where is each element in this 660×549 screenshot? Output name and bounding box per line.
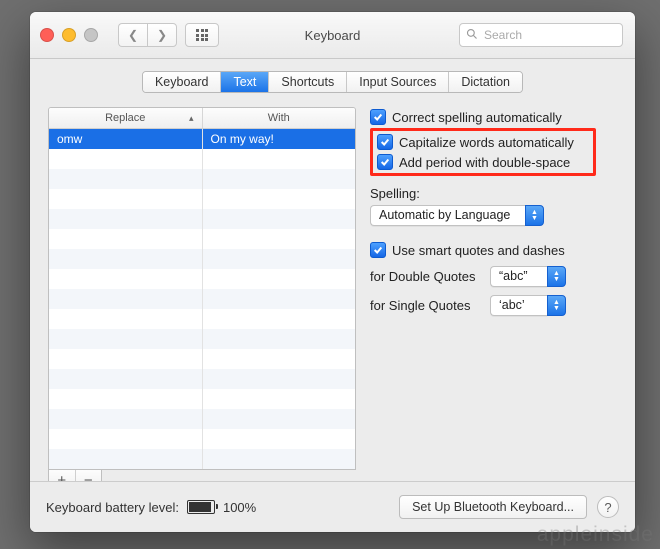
spelling-popup-value: Automatic by Language: [370, 205, 525, 226]
cell-with[interactable]: On my way!: [203, 129, 356, 149]
bluetooth-keyboard-button[interactable]: Set Up Bluetooth Keyboard...: [399, 495, 587, 519]
smart-quotes-row[interactable]: Use smart quotes and dashes: [370, 242, 617, 258]
table-body[interactable]: omw On my way!: [49, 129, 355, 469]
add-period-row[interactable]: Add period with double-space: [377, 154, 589, 170]
search-icon: [466, 28, 478, 43]
titlebar: ❮ ❯ Keyboard: [30, 12, 635, 59]
replacements-table[interactable]: Replace ▴ With omw On my way!: [48, 107, 356, 470]
forward-button[interactable]: ❯: [147, 23, 177, 47]
tab-bar: Keyboard Text Shortcuts Input Sources Di…: [30, 71, 635, 93]
tab-input-sources[interactable]: Input Sources: [347, 72, 449, 92]
help-button[interactable]: ?: [597, 496, 619, 518]
grid-icon: [196, 29, 208, 41]
search-input[interactable]: [482, 27, 616, 43]
minimize-window-button[interactable]: [62, 28, 76, 42]
single-quotes-label: for Single Quotes: [370, 298, 482, 313]
tab-text[interactable]: Text: [221, 72, 269, 92]
text-options: Correct spelling automatically Capitaliz…: [370, 107, 617, 491]
content-area: Replace ▴ With omw On my way!: [30, 93, 635, 499]
search-field[interactable]: [459, 23, 623, 47]
correct-spelling-row[interactable]: Correct spelling automatically: [370, 109, 617, 125]
single-quotes-value: ‘abc’: [490, 295, 547, 316]
table-header: Replace ▴ With: [49, 108, 355, 129]
correct-spelling-label: Correct spelling automatically: [392, 110, 562, 125]
footer-bar: Keyboard battery level: 100% Set Up Blue…: [30, 481, 635, 532]
battery-label: Keyboard battery level:: [46, 500, 179, 515]
popup-arrows-icon: ▲▼: [547, 266, 566, 287]
battery-icon: [187, 500, 215, 514]
col-replace-header[interactable]: Replace ▴: [49, 108, 203, 128]
zoom-window-button[interactable]: [84, 28, 98, 42]
smart-quotes-label: Use smart quotes and dashes: [392, 243, 565, 258]
checkmark-icon: [373, 112, 383, 122]
smart-quotes-checkbox[interactable]: [370, 242, 386, 258]
prefs-window: ❮ ❯ Keyboard Keyboard Text Shortcuts: [30, 12, 635, 532]
single-quotes-popup[interactable]: ‘abc’ ▲▼: [490, 295, 566, 316]
tab-dictation[interactable]: Dictation: [449, 72, 522, 92]
tab-segment: Keyboard Text Shortcuts Input Sources Di…: [142, 71, 523, 93]
back-button[interactable]: ❮: [118, 23, 147, 47]
table-row[interactable]: omw On my way!: [49, 129, 355, 149]
capitalize-checkbox[interactable]: [377, 134, 393, 150]
spelling-label: Spelling:: [370, 186, 617, 201]
spelling-popup[interactable]: Automatic by Language ▲▼: [370, 205, 544, 226]
popup-arrows-icon: ▲▼: [525, 205, 544, 226]
correct-spelling-checkbox[interactable]: [370, 109, 386, 125]
double-quotes-value: “abc”: [490, 266, 547, 287]
close-window-button[interactable]: [40, 28, 54, 42]
chevron-left-icon: ❮: [128, 28, 138, 42]
nav-buttons: ❮ ❯: [118, 23, 177, 47]
highlighted-options: Capitalize words automatically Add perio…: [370, 128, 596, 176]
window-controls: [40, 28, 98, 42]
double-quotes-label: for Double Quotes: [370, 269, 482, 284]
popup-arrows-icon: ▲▼: [547, 295, 566, 316]
question-icon: ?: [604, 500, 611, 515]
capitalize-row[interactable]: Capitalize words automatically: [377, 134, 589, 150]
double-quotes-popup[interactable]: “abc” ▲▼: [490, 266, 566, 287]
checkmark-icon: [380, 137, 390, 147]
checkmark-icon: [380, 157, 390, 167]
checkmark-icon: [373, 245, 383, 255]
col-with-header[interactable]: With: [203, 108, 356, 128]
text-replacements-section: Replace ▴ With omw On my way!: [48, 107, 356, 491]
sort-indicator-icon: ▴: [189, 113, 194, 124]
double-quotes-row: for Double Quotes “abc” ▲▼: [370, 266, 617, 287]
add-period-label: Add period with double-space: [399, 155, 570, 170]
tab-keyboard[interactable]: Keyboard: [143, 72, 222, 92]
cell-replace[interactable]: omw: [49, 129, 203, 149]
capitalize-label: Capitalize words automatically: [399, 135, 574, 150]
show-all-prefs-button[interactable]: [185, 23, 219, 47]
single-quotes-row: for Single Quotes ‘abc’ ▲▼: [370, 295, 617, 316]
battery-status: Keyboard battery level: 100%: [46, 500, 256, 515]
chevron-right-icon: ❯: [157, 28, 167, 42]
add-period-checkbox[interactable]: [377, 154, 393, 170]
battery-percent: 100%: [223, 500, 256, 515]
tab-shortcuts[interactable]: Shortcuts: [269, 72, 347, 92]
